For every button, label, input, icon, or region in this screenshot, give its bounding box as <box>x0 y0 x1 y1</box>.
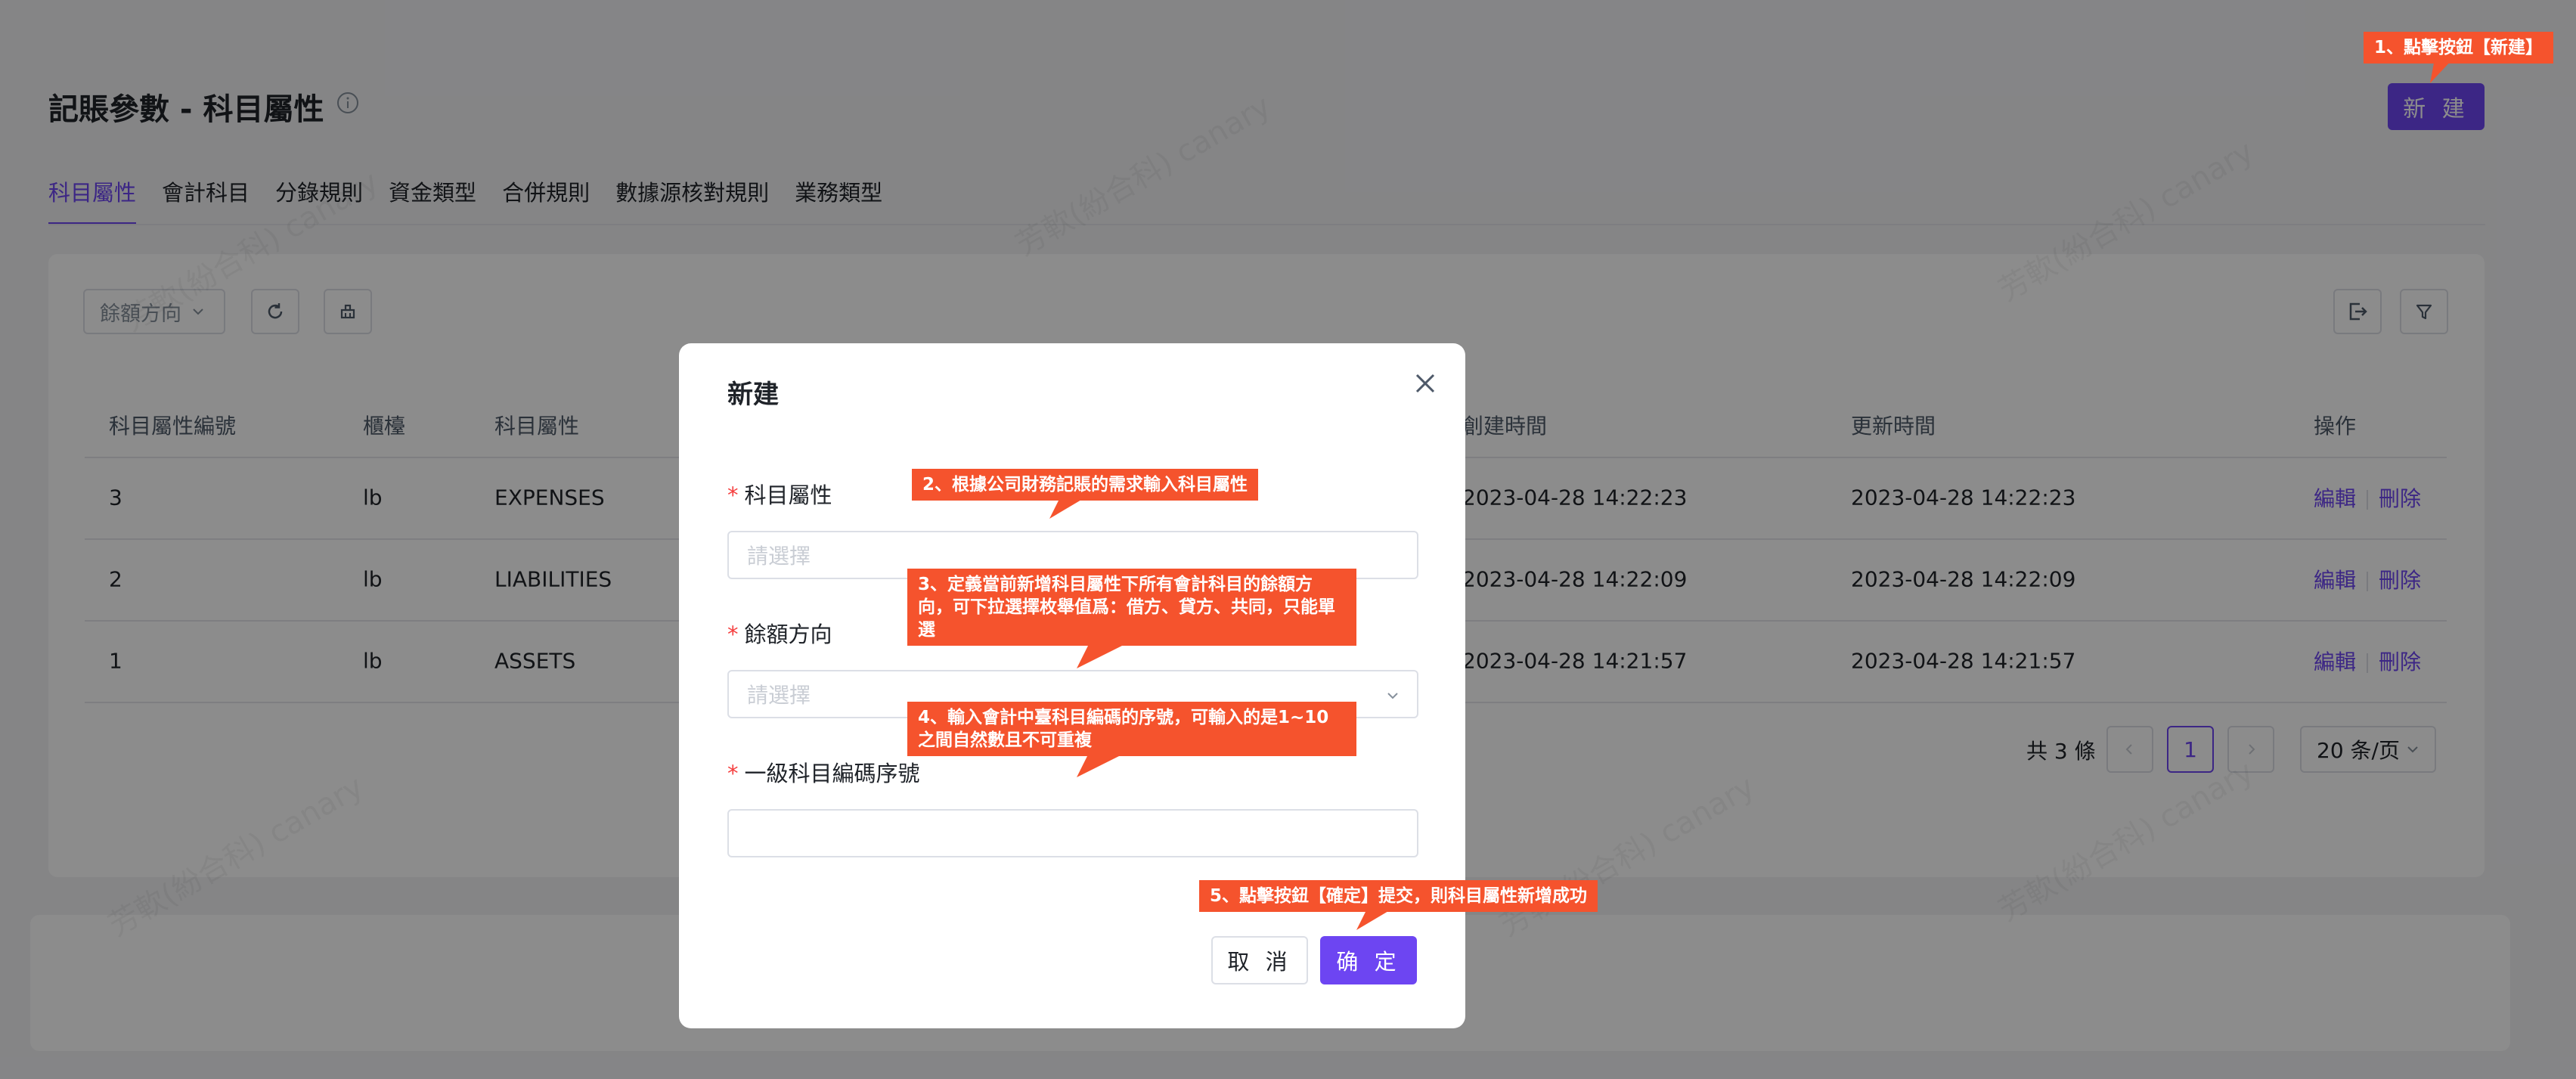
balance-direction-label-text: 餘額方向 <box>744 622 832 647</box>
confirm-button[interactable]: 确 定 <box>1320 936 1417 984</box>
cancel-button[interactable]: 取 消 <box>1211 936 1308 984</box>
annotation-pointer <box>1356 906 1397 930</box>
dialog-title: 新建 <box>727 380 779 410</box>
annotation-callout: 1、點擊按鈕【新建】 <box>2364 32 2554 64</box>
account-attr-label: * 科目屬性 <box>727 478 832 510</box>
create-dialog: 新建 * 科目屬性 請選擇 * 餘額方向 請選擇 * 一級科目編碼序號 取 消 确 定 <box>679 343 1465 1028</box>
annotation-callout: 3、定義當前新增科目屬性下所有會計科目的餘額方向，可下拉選擇枚舉值爲：借方、貸方… <box>907 569 1356 646</box>
annotation-pointer <box>1077 753 1125 777</box>
balance-direction-placeholder: 請選擇 <box>747 683 811 708</box>
close-icon[interactable] <box>1411 369 1440 398</box>
chevron-down-icon <box>1387 693 1398 699</box>
required-mark: * <box>727 622 739 647</box>
account-attr-placeholder: 請選擇 <box>747 544 811 569</box>
required-mark: * <box>727 761 739 786</box>
account-attr-label-text: 科目屬性 <box>744 482 832 508</box>
annotation-pointer <box>2430 59 2453 83</box>
first-level-code-label-text: 一級科目編碼序號 <box>744 761 920 786</box>
first-level-code-input[interactable] <box>727 809 1418 857</box>
required-mark: * <box>727 482 739 508</box>
balance-direction-label: * 餘額方向 <box>727 617 832 649</box>
first-level-code-label: * 一級科目編碼序號 <box>727 756 920 788</box>
annotation-callout: 4、輸入會計中臺科目編碼的序號，可輸入的是1~10之間自然數且不可重複 <box>907 702 1356 756</box>
annotation-pointer <box>1049 495 1090 519</box>
annotation-pointer <box>1077 644 1125 668</box>
